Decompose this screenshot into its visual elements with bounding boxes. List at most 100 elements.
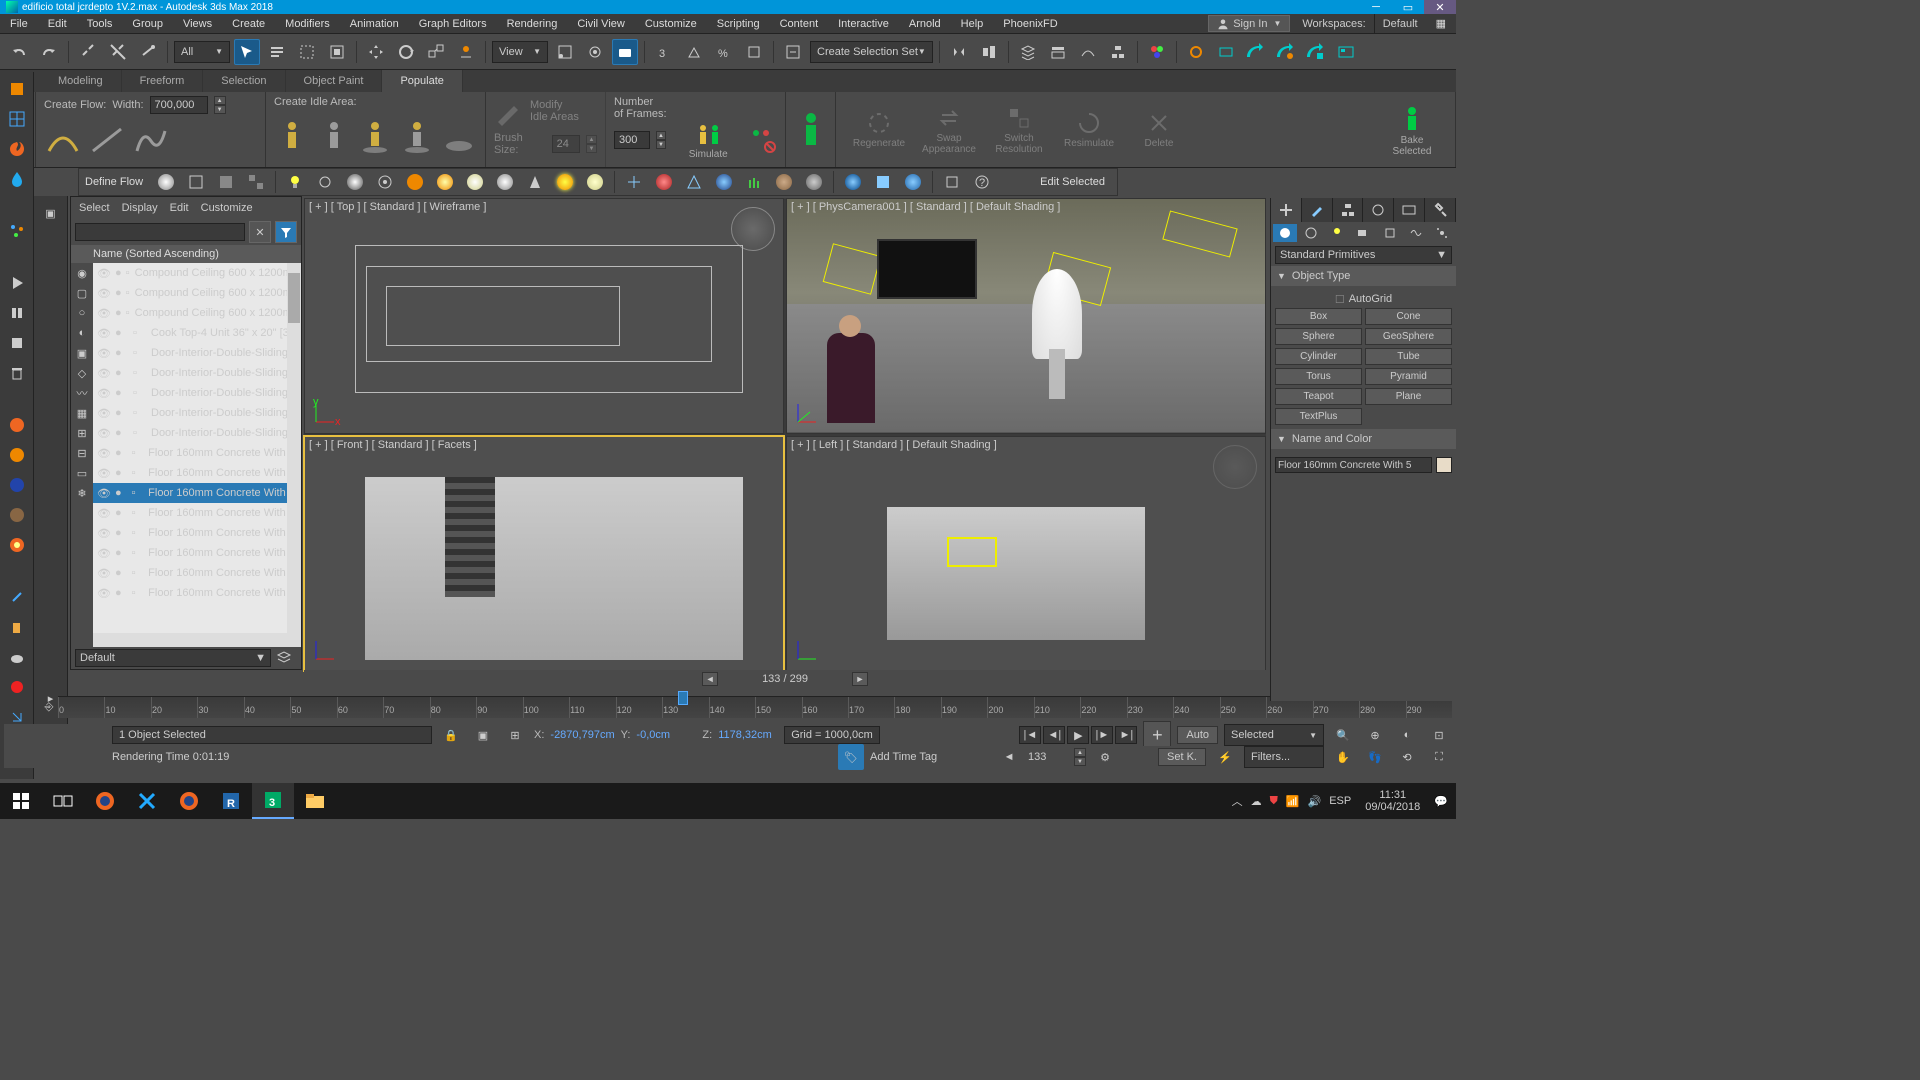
tray-volume-icon[interactable]: 🔊: [1308, 795, 1322, 808]
vp-front-label[interactable]: [ + ] [ Front ] [ Standard ] [ Facets ]: [309, 439, 477, 451]
sec-grass-icon[interactable]: [741, 169, 767, 195]
tray-lang[interactable]: ESP: [1329, 795, 1351, 807]
ribbon-tab-selection[interactable]: Selection: [203, 70, 285, 92]
coord-x[interactable]: -2870,797cm: [550, 729, 614, 741]
cmd-category-combo[interactable]: Standard Primitives▼: [1275, 246, 1452, 264]
cmd-tab-hierarchy[interactable]: [1333, 198, 1364, 222]
link-button[interactable]: [75, 39, 101, 65]
list-item[interactable]: 👁●▫Compound Ceiling 600 x 1200mm: [93, 263, 301, 283]
ls-red-icon[interactable]: [4, 674, 30, 700]
list-item[interactable]: 👁●▫Floor 160mm Concrete With 50: [93, 443, 301, 463]
menu-content[interactable]: Content: [770, 14, 829, 33]
se-filter-geom[interactable]: ▢: [71, 283, 93, 303]
sec-btn-21[interactable]: [771, 169, 797, 195]
se-menu-display[interactable]: Display: [122, 202, 158, 214]
menu-file[interactable]: File: [0, 14, 38, 33]
simulate-button[interactable]: Simulate: [678, 121, 738, 160]
ribbon-tab-populate[interactable]: Populate: [382, 70, 462, 92]
snap-toggle-button[interactable]: 3: [651, 39, 677, 65]
vp-left-label[interactable]: [ + ] [ Left ] [ Standard ] [ Default Sh…: [791, 439, 997, 451]
material-editor-button[interactable]: [1144, 39, 1170, 65]
simulate-people-icon[interactable]: [744, 120, 777, 160]
goto-start-button[interactable]: |◄: [1019, 726, 1041, 744]
viewport-left[interactable]: [ + ] [ Left ] [ Standard ] [ Default Sh…: [786, 436, 1266, 672]
se-list[interactable]: 👁●▫Compound Ceiling 600 x 1200mm 👁●▫Compo…: [93, 263, 301, 647]
menu-scripting[interactable]: Scripting: [707, 14, 770, 33]
primitive-button[interactable]: Pyramid: [1365, 368, 1452, 385]
system-tray[interactable]: ︿ ☁ ⛊ 📶 🔊 ESP 11:31 09/04/2018 💬: [1224, 789, 1456, 813]
render-production-button[interactable]: [1243, 39, 1269, 65]
play-button[interactable]: ▶: [1067, 726, 1089, 744]
coord-y[interactable]: -0,0cm: [636, 729, 696, 741]
width-input[interactable]: 700,000: [150, 96, 208, 114]
list-item[interactable]: 👁●▫Compound Ceiling 600 x 1200mm: [93, 303, 301, 323]
placement-button[interactable]: [453, 39, 479, 65]
sec-btn-26[interactable]: [939, 169, 965, 195]
brush-size-input[interactable]: 24: [552, 135, 580, 153]
redo-button[interactable]: [36, 39, 62, 65]
list-item[interactable]: 👁●▫Floor 160mm Concrete With 50: [93, 543, 301, 563]
cmd-sub-helpers[interactable]: [1378, 224, 1402, 242]
se-layers-icon[interactable]: [271, 645, 297, 671]
spinner-snap-button[interactable]: [741, 39, 767, 65]
current-frame[interactable]: 133: [1028, 751, 1068, 763]
menu-customize[interactable]: Customize: [635, 14, 707, 33]
ribbon-tab-objectpaint[interactable]: Object Paint: [286, 70, 383, 92]
minimize-button[interactable]: ─: [1360, 0, 1392, 14]
render-online-button[interactable]: [1333, 39, 1359, 65]
key-filters-icon[interactable]: ⚡: [1212, 744, 1238, 770]
menu-phoenixfd[interactable]: PhoenixFD: [993, 14, 1067, 33]
ls-play-icon[interactable]: [4, 270, 30, 296]
sec-btn-12[interactable]: [492, 169, 518, 195]
se-filter-container[interactable]: ▭: [71, 463, 93, 483]
se-vscroll[interactable]: [287, 263, 301, 633]
se-filter-all[interactable]: ◉: [71, 263, 93, 283]
list-item[interactable]: 👁●▫Door-Interior-Double-Sliding-2: [93, 403, 301, 423]
sec-light-icon[interactable]: [282, 169, 308, 195]
se-hscroll[interactable]: [93, 633, 301, 647]
key-filter-combo[interactable]: Selected▼: [1224, 724, 1324, 746]
render-setup-button[interactable]: [1183, 39, 1209, 65]
curve-editor-button[interactable]: [1075, 39, 1101, 65]
set-key-button[interactable]: Set K.: [1158, 748, 1206, 766]
list-item[interactable]: 👁●▫Door-Interior-Double-Sliding-2: [93, 363, 301, 383]
vp-nav-next[interactable]: ►: [852, 672, 868, 686]
sec-btn-3[interactable]: [213, 169, 239, 195]
nav-maximize-icon[interactable]: ⛶: [1426, 744, 1452, 770]
ls-beer-icon[interactable]: [4, 614, 30, 640]
add-time-tag[interactable]: Add Time Tag: [870, 751, 990, 763]
object-color-swatch[interactable]: [1436, 457, 1452, 473]
sec-globe-icon[interactable]: [840, 169, 866, 195]
sec-btn-9[interactable]: [402, 169, 428, 195]
list-item[interactable]: 👁●▫Door-Interior-Double-Sliding-2: [93, 343, 301, 363]
frame-spinner[interactable]: ▲▼: [1074, 748, 1086, 766]
render-iterative-button[interactable]: [1273, 39, 1299, 65]
close-button[interactable]: ✕: [1424, 0, 1456, 14]
ls-smoke-icon[interactable]: [4, 472, 30, 498]
tray-shield-icon[interactable]: ⛊: [1270, 795, 1278, 808]
tray-clock[interactable]: 11:31 09/04/2018: [1359, 789, 1426, 813]
isolate-icon[interactable]: ▣: [470, 722, 496, 748]
sec-btn-19[interactable]: [711, 169, 737, 195]
cmd-sub-lights[interactable]: [1325, 224, 1349, 242]
sec-btn-22[interactable]: [801, 169, 827, 195]
tray-wifi-icon[interactable]: 📶: [1286, 795, 1300, 808]
ls-pause-icon[interactable]: [4, 300, 30, 326]
idle-person1-icon[interactable]: [274, 116, 310, 156]
se-menu-customize[interactable]: Customize: [201, 202, 253, 214]
idle-person2-icon[interactable]: [316, 116, 352, 156]
menu-interactive[interactable]: Interactive: [828, 14, 899, 33]
edit-selection-set-button[interactable]: [780, 39, 806, 65]
ref-coord-combo[interactable]: View▼: [492, 41, 548, 63]
tray-notifications-icon[interactable]: 💬: [1434, 795, 1448, 808]
list-item[interactable]: 👁●▫Door-Interior-Double-Sliding-2: [93, 383, 301, 403]
se-filter-xref[interactable]: ⊞: [71, 423, 93, 443]
menu-group[interactable]: Group: [122, 14, 173, 33]
flow-free-icon[interactable]: [132, 119, 170, 159]
timeline-toggle[interactable]: ⎆: [40, 701, 58, 714]
se-filter-space[interactable]: 〰: [71, 383, 93, 403]
selection-lock-icon[interactable]: ⊞: [502, 722, 528, 748]
keyboard-shortcut-button[interactable]: [612, 39, 638, 65]
se-clear-button[interactable]: ✕: [249, 221, 271, 243]
time-config-icon[interactable]: ⚙: [1092, 744, 1118, 770]
